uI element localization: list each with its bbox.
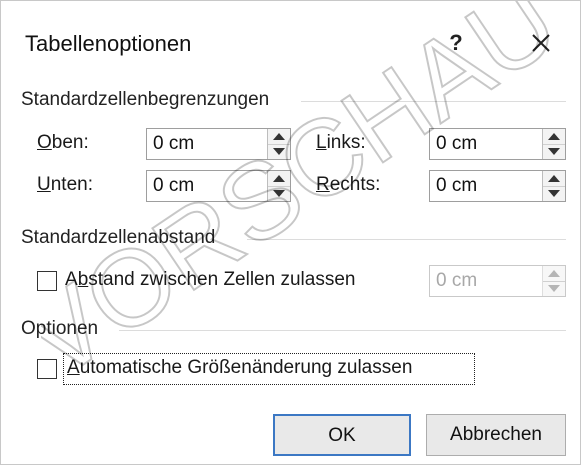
- allow-spacing-label-start: A: [65, 269, 78, 290]
- right-margin-label: Rechts:: [316, 174, 380, 196]
- bottom-margin-mnemonic: U: [37, 174, 51, 195]
- arrow-up-icon: [273, 133, 285, 140]
- left-margin-decrement[interactable]: [543, 144, 565, 159]
- arrow-up-icon: [548, 133, 560, 140]
- cell-spacing-heading: Standardzellenabstand: [21, 227, 216, 248]
- bottom-margin-decrement[interactable]: [268, 186, 290, 201]
- help-button[interactable]: ?: [441, 27, 471, 59]
- bottom-margin-label: Unten:: [37, 174, 93, 196]
- arrow-down-icon: [548, 190, 560, 197]
- top-margin-mnemonic: O: [37, 132, 52, 153]
- left-margin-mnemonic: L: [316, 132, 327, 153]
- arrow-down-icon: [548, 148, 560, 155]
- right-margin-decrement[interactable]: [543, 186, 565, 201]
- allow-spacing-label-text: stand zwischen Zellen zulassen: [88, 269, 356, 290]
- allow-spacing-checkbox[interactable]: [37, 271, 57, 291]
- top-margin-arrows: [267, 129, 290, 159]
- spacing-increment: [543, 266, 565, 282]
- spacing-decrement: [543, 281, 565, 296]
- dialog-title: Tabellenoptionen: [25, 31, 192, 56]
- ok-button[interactable]: OK: [273, 414, 411, 456]
- left-margin-spinner[interactable]: 0 cm: [429, 128, 566, 160]
- table-options-dialog: Tabellenoptionen ? Standardzellenbegrenz…: [0, 0, 581, 465]
- bottom-margin-arrows: [267, 171, 290, 201]
- cell-margins-heading: Standardzellenbegrenzungen: [21, 89, 270, 110]
- cell-spacing-divider: [247, 239, 566, 240]
- left-margin-label: Links:: [316, 132, 366, 154]
- top-margin-label: Oben:: [37, 132, 89, 154]
- bottom-margin-label-text: nten:: [50, 174, 93, 195]
- right-margin-label-text: echts:: [329, 174, 381, 195]
- arrow-down-icon: [548, 285, 560, 292]
- cancel-button[interactable]: Abbrechen: [426, 414, 566, 456]
- right-margin-spinner[interactable]: 0 cm: [429, 170, 566, 202]
- autofit-label[interactable]: Automatische Größenänderung zulassen: [67, 357, 412, 379]
- close-icon: [532, 34, 550, 52]
- cell-margins-divider: [301, 101, 566, 102]
- left-margin-increment[interactable]: [543, 129, 565, 145]
- left-margin-arrows: [542, 129, 565, 159]
- right-margin-arrows: [542, 171, 565, 201]
- arrow-up-icon: [548, 270, 560, 277]
- options-heading: Optionen: [21, 318, 99, 339]
- allow-spacing-label[interactable]: Abstand zwischen Zellen zulassen: [65, 269, 355, 291]
- bottom-margin-spinner[interactable]: 0 cm: [146, 170, 291, 202]
- top-margin-value[interactable]: 0 cm: [153, 129, 194, 159]
- left-margin-label-text: inks:: [326, 132, 366, 153]
- arrow-down-icon: [273, 148, 285, 155]
- spacing-spinner: 0 cm: [429, 265, 566, 297]
- bottom-margin-increment[interactable]: [268, 171, 290, 187]
- arrow-down-icon: [273, 190, 285, 197]
- top-margin-spinner[interactable]: 0 cm: [146, 128, 291, 160]
- right-margin-mnemonic: R: [316, 174, 330, 195]
- spacing-value: 0 cm: [436, 270, 478, 291]
- autofit-label-text: utomatische Größenänderung zulassen: [79, 357, 413, 378]
- allow-spacing-mnemonic: b: [77, 269, 89, 290]
- autofit-mnemonic: A: [67, 357, 80, 378]
- left-margin-value[interactable]: 0 cm: [436, 129, 477, 159]
- top-margin-label-text: ben:: [51, 132, 89, 153]
- top-margin-decrement[interactable]: [268, 144, 290, 159]
- bottom-margin-value[interactable]: 0 cm: [153, 171, 194, 201]
- autofit-checkbox[interactable]: [37, 359, 57, 379]
- close-button[interactable]: [521, 25, 561, 61]
- arrow-up-icon: [548, 175, 560, 182]
- right-margin-increment[interactable]: [543, 171, 565, 187]
- right-margin-value[interactable]: 0 cm: [436, 171, 477, 201]
- top-margin-increment[interactable]: [268, 129, 290, 145]
- spacing-arrows: [542, 266, 565, 296]
- arrow-up-icon: [273, 175, 285, 182]
- options-divider: [119, 330, 566, 331]
